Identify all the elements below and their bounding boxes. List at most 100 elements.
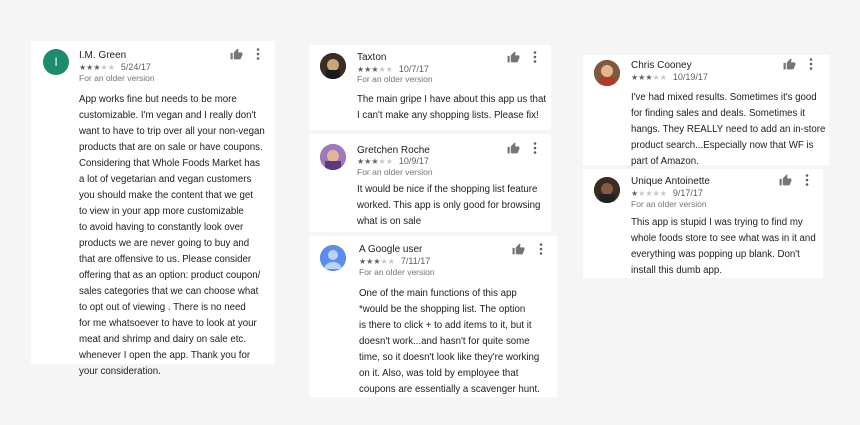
review-text-line: I can't make any shopping lists. Please …: [357, 110, 539, 121]
avatar: [594, 177, 620, 203]
star-empty-icon: ★: [659, 188, 667, 198]
user-icon: [320, 245, 346, 271]
rating-row: ★★★★★ 9/17/17: [631, 188, 703, 198]
reviewer-name: Taxton: [357, 52, 387, 63]
star-empty-icon: ★: [652, 72, 660, 82]
review-text-line: sales categories that we can choose what: [79, 286, 259, 297]
review-text-line: This app is stupid I was trying to find …: [631, 217, 803, 228]
thumbs-up-icon[interactable]: [230, 48, 243, 61]
star-empty-icon: ★: [385, 156, 393, 166]
more-options-icon[interactable]: [539, 243, 543, 255]
review-date: 9/17/17: [672, 188, 703, 198]
star-rating: ★★★★★: [631, 189, 667, 198]
review-text-line: to opt out of viewing . There is no need: [79, 302, 246, 313]
avatar: I: [43, 49, 69, 75]
review-text-line: you should make the content that we get: [79, 190, 253, 201]
review-date: 10/9/17: [398, 156, 429, 166]
review-text: This app is stupid I was trying to find …: [631, 215, 816, 279]
review-text-line: part of Amazon.: [631, 156, 699, 167]
star-filled-icon: ★: [645, 72, 653, 82]
review-text: App works fine but needs to be more custo…: [79, 92, 265, 380]
review-card: Unique Antoinette ★★★★★ 9/17/17 For an o…: [583, 169, 823, 278]
review-text-line: to view in your app more customizable: [79, 206, 244, 217]
avatar-image: [594, 60, 620, 86]
star-empty-icon: ★: [659, 72, 667, 82]
review-text-line: offering that as an option: product coup…: [79, 270, 261, 281]
review-date: 10/7/17: [398, 64, 429, 74]
review-text-line: worked. This app is only good for browsi…: [357, 200, 541, 211]
star-empty-icon: ★: [645, 188, 653, 198]
star-rating: ★★★★★: [359, 257, 395, 266]
avatar-image: [320, 53, 346, 79]
version-label: For an older version: [359, 267, 435, 277]
reviewer-name: Chris Cooney: [631, 60, 692, 71]
more-options-icon[interactable]: [809, 58, 813, 70]
review-text-line: *would be the shopping list. The option: [359, 304, 526, 315]
avatar: [320, 245, 346, 271]
star-rating: ★★★★★: [357, 65, 393, 74]
star-rating: ★★★★★: [357, 157, 393, 166]
review-text-line: what is on sale: [357, 216, 422, 227]
version-label: For an older version: [357, 167, 433, 177]
review-date: 10/19/17: [672, 72, 708, 82]
more-options-icon[interactable]: [805, 174, 809, 186]
star-filled-icon: ★: [93, 62, 101, 72]
more-options-icon[interactable]: [533, 51, 537, 63]
review-text-line: It would be nice if the shopping list fe…: [357, 184, 538, 195]
star-empty-icon: ★: [380, 256, 388, 266]
review-text: I've had mixed results. Sometimes it's g…: [631, 90, 825, 170]
star-empty-icon: ★: [378, 156, 386, 166]
review-text-line: time, so it doesn't look like they're wo…: [359, 352, 540, 363]
star-empty-icon: ★: [378, 64, 386, 74]
thumbs-up-icon[interactable]: [783, 58, 796, 71]
reviewer-name: A Google user: [359, 244, 423, 255]
thumbs-up-icon[interactable]: [512, 243, 525, 256]
review-card: Chris Cooney ★★★★★ 10/19/17 I've had mix…: [583, 55, 829, 167]
review-text-line: a lot of vegetarian and vegan customers: [79, 174, 252, 185]
review-text-line: hangs. They REALLY need to add an in-sto…: [631, 124, 826, 135]
thumbs-up-icon[interactable]: [507, 142, 520, 155]
reviewer-name: Gretchen Roche: [357, 145, 430, 156]
star-empty-icon: ★: [387, 256, 395, 266]
review-text-line: products that are on sale or have coupon…: [79, 142, 263, 153]
reviewer-name: Unique Antoinette: [631, 176, 710, 187]
star-rating: ★★★★★: [631, 73, 667, 82]
star-filled-icon: ★: [371, 156, 379, 166]
review-text-line: whenever I open the app. Thank you for: [79, 350, 251, 361]
thumbs-up-icon[interactable]: [779, 174, 792, 187]
review-text-line: that are offensive to us. Please conside…: [79, 254, 252, 265]
rating-row: ★★★★★ 10/7/17: [357, 64, 429, 74]
version-label: For an older version: [631, 199, 707, 209]
thumbs-up-icon[interactable]: [507, 51, 520, 64]
review-text-line: everything was popping up blank. Don't: [631, 249, 800, 260]
rating-row: ★★★★★ 10/19/17: [631, 72, 708, 82]
review-text: The main gripe I have about this app us …: [357, 92, 546, 124]
rating-row: ★★★★★ 5/24/17: [79, 62, 151, 72]
review-date: 7/11/17: [400, 256, 431, 266]
star-filled-icon: ★: [373, 256, 381, 266]
review-text-line: want to have to trip over all your non-v…: [79, 126, 265, 137]
review-text-line: App works fine but needs to be more: [79, 94, 237, 105]
review-text-line: for me whatsoever to have to look at you…: [79, 318, 257, 329]
review-card: I I.M. Green ★★★★★ 5/24/17 For an older …: [31, 41, 275, 377]
version-label: For an older version: [357, 74, 433, 84]
review-text-line: meat and shrimp and dairy on sale etc.: [79, 334, 246, 345]
review-text-line: your consideration.: [79, 366, 161, 377]
star-empty-icon: ★: [652, 188, 660, 198]
review-text-line: coupons are essentially a scavenger hunt…: [359, 384, 540, 395]
more-options-icon[interactable]: [533, 142, 537, 154]
avatar: [320, 144, 346, 170]
review-text-line: is there to click + to add items to it, …: [359, 320, 532, 331]
review-card: Gretchen Roche ★★★★★ 10/9/17 For an olde…: [309, 134, 551, 232]
review-text-line: One of the main functions of this app: [359, 288, 517, 299]
review-text-line: products we are never going to buy and: [79, 238, 250, 249]
reviewer-name: I.M. Green: [79, 50, 127, 61]
version-label: For an older version: [79, 73, 155, 83]
review-text-line: on it. Also, was told by employee that: [359, 368, 519, 379]
star-empty-icon: ★: [385, 64, 393, 74]
more-options-icon[interactable]: [256, 48, 260, 60]
review-text-line: install this dumb app.: [631, 265, 723, 276]
review-text-line: for finding sales and deals. Sometimes i…: [631, 108, 805, 119]
review-text: It would be nice if the shopping list fe…: [357, 182, 540, 230]
review-card: Taxton ★★★★★ 10/7/17 For an older versio…: [309, 45, 551, 130]
